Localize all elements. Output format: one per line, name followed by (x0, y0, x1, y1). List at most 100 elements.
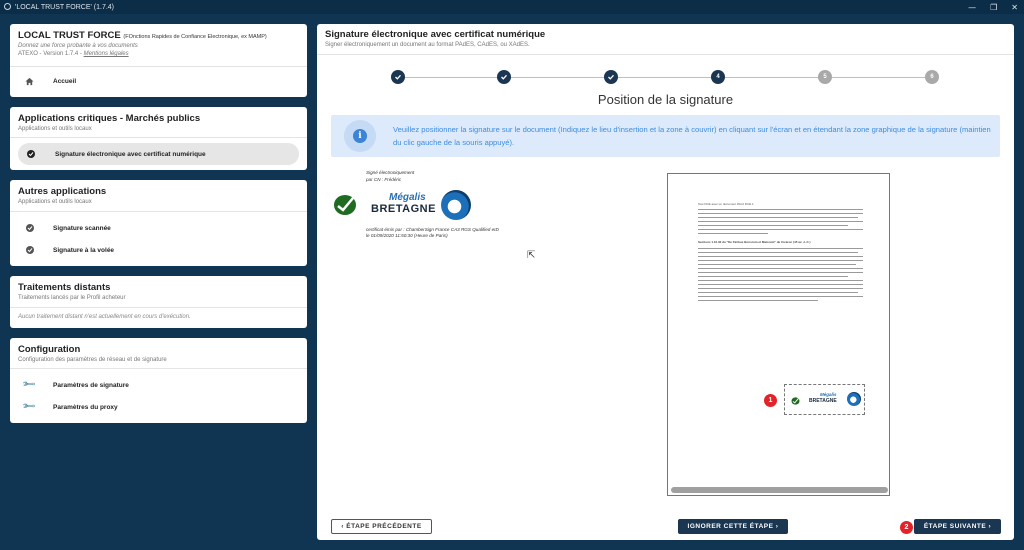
doc-text-line (698, 296, 863, 298)
megalis-swirl-icon (441, 190, 471, 220)
step-3 (604, 70, 618, 84)
step-2 (497, 70, 511, 84)
window-titlebar: 'LOCAL TRUST FORCE' (1.7.4) — ❐ ✕ (0, 0, 1024, 14)
step-1 (391, 70, 405, 84)
sidebar-item-signature-volee[interactable]: Signature à la volée (10, 239, 307, 261)
sidebar-item-signature-certificat[interactable]: Signature électronique avec certificat n… (18, 143, 299, 165)
doc-text-line (698, 292, 858, 294)
doc-text-line (698, 256, 863, 258)
mouse-cursor-icon: ⇱ (527, 250, 536, 261)
section-subtitle: Applications et outils locaux (18, 126, 92, 132)
app-icon (4, 3, 11, 10)
doc-section-heading: Sections 1.10.32 du "De Finibus Bonorum … (698, 240, 811, 244)
maximize-button[interactable]: ❐ (990, 3, 997, 12)
step-4: 4 (711, 70, 725, 84)
placed-brand-top: Mégalis (820, 392, 837, 397)
sidebar-item-label: Paramètres de signature (53, 381, 129, 389)
doc-heading: Test DCE avec un document Word DCE 1 (698, 202, 754, 206)
doc-text-line (698, 300, 818, 302)
document-scrollbar[interactable] (671, 487, 888, 493)
sig-line-4: le 01/09/2020 11:50:30 (Heure de Paris) (366, 233, 448, 238)
step-6: 6 (925, 70, 939, 84)
doc-text-line (698, 213, 863, 215)
sidebar-item-signature-settings[interactable]: 🔧 Paramètres de signature (10, 374, 307, 396)
doc-text-line (698, 260, 863, 262)
page-subtitle: Signer électroniquement un document au f… (325, 42, 530, 48)
doc-text-line (698, 225, 848, 227)
page-title: Signature électronique avec certificat n… (325, 29, 546, 40)
doc-text-line (698, 276, 848, 278)
home-icon (25, 77, 34, 86)
placed-brand-bottom: BRETAGNE (809, 398, 837, 404)
placed-swirl-icon (847, 392, 861, 406)
doc-text-line (698, 252, 858, 254)
doc-text-line (698, 272, 863, 274)
brand-bottom: BRETAGNE (371, 203, 436, 215)
doc-text-line (698, 209, 863, 211)
document-preview[interactable]: Test DCE avec un document Word DCE 1 Sec… (667, 173, 890, 496)
stepper-line (398, 76, 932, 78)
check-circle-icon (25, 245, 34, 254)
sidebar-item-label: Signature scannée (53, 224, 111, 232)
section-subtitle: Traitements lancés par le Profil acheteu… (18, 295, 126, 301)
remote-empty-message: Aucun traitement distant n'est actuellem… (18, 314, 191, 320)
app-version: ATEXO - Version 1.7.4 - (18, 51, 82, 57)
app-card: LOCAL TRUST FORCE (FOnctions Rapides de … (10, 24, 307, 97)
sidebar-item-label: Accueil (53, 77, 77, 85)
wrench-icon: 🔧 (21, 376, 38, 393)
section-title: Traitements distants (18, 282, 111, 293)
close-button[interactable]: ✕ (1011, 3, 1018, 12)
doc-text-line (698, 248, 863, 250)
check-circle-icon (25, 223, 34, 232)
check-circle-icon (26, 149, 35, 158)
signature-check-logo (333, 194, 357, 216)
sidebar-item-proxy-settings[interactable]: 🔧 Paramètres du proxy (10, 396, 307, 418)
sidebar-item-home[interactable]: Accueil (10, 67, 307, 95)
sidebar-item-label: Signature à la volée (53, 246, 115, 254)
annotation-badge-2: 2 (900, 521, 913, 534)
minimize-button[interactable]: — (968, 3, 976, 12)
check-icon (501, 74, 507, 80)
doc-text-line (698, 284, 863, 286)
sidebar-item-signature-scannee[interactable]: Signature scannée (10, 217, 307, 239)
section-subtitle: Applications et outils locaux (18, 199, 92, 205)
info-text: Veuillez positionner la signature sur le… (393, 125, 991, 147)
other-apps-card: Autres applications Applications et outi… (10, 180, 307, 266)
app-tagline: Donnez une force probante à vos document… (18, 43, 138, 49)
configuration-card: Configuration Configuration des paramètr… (10, 338, 307, 423)
skip-step-button[interactable]: IGNORER CETTE ÉTAPE › (678, 519, 788, 534)
info-icon: i (344, 120, 376, 152)
doc-text-line (698, 268, 863, 270)
app-name: LOCAL TRUST FORCE (18, 30, 121, 41)
step-5: 5 (818, 70, 832, 84)
stepper: 4 5 6 (391, 70, 939, 84)
sig-line-2: par CN : Frédéric (366, 177, 402, 182)
remote-processing-card: Traitements distants Traitements lancés … (10, 276, 307, 328)
doc-text-line (698, 280, 863, 282)
placed-signature-zone[interactable]: Mégalis BRETAGNE (784, 384, 865, 415)
legal-link[interactable]: Mentions légales (84, 51, 129, 57)
doc-text-line (698, 288, 863, 290)
main-panel: Signature électronique avec certificat n… (317, 24, 1014, 540)
previous-step-button[interactable]: ‹ ÉTAPE PRÉCÉDENTE (331, 519, 432, 534)
signature-preview: Signé électroniquement par CN : Frédéric… (333, 170, 523, 245)
doc-text-line (698, 233, 768, 235)
doc-text-line (698, 217, 858, 219)
section-title: Autres applications (18, 186, 107, 197)
app-name-suffix: (FOnctions Rapides de Confiance Electron… (123, 34, 267, 40)
brand-top: Mégalis (389, 192, 426, 203)
sidebar-item-label: Signature électronique avec certificat n… (55, 150, 206, 158)
next-step-button[interactable]: ÉTAPE SUIVANTE › (914, 519, 1001, 534)
critical-apps-card: Applications critiques - Marchés publics… (10, 107, 307, 170)
sidebar-item-label: Paramètres du proxy (53, 403, 118, 411)
doc-text-line (698, 229, 863, 231)
info-banner: i Veuillez positionner la signature sur … (331, 115, 1000, 157)
section-subtitle: Configuration des paramètres de réseau e… (18, 357, 167, 363)
window-title: 'LOCAL TRUST FORCE' (1.7.4) (15, 3, 115, 11)
sig-line-1: Signé électroniquement (366, 170, 415, 175)
check-icon (608, 74, 614, 80)
wrench-icon: 🔧 (21, 398, 38, 415)
doc-text-line (698, 221, 863, 223)
sig-line-3: certificat émis par : ChamberSign France… (366, 227, 499, 232)
doc-text-line (698, 264, 856, 266)
